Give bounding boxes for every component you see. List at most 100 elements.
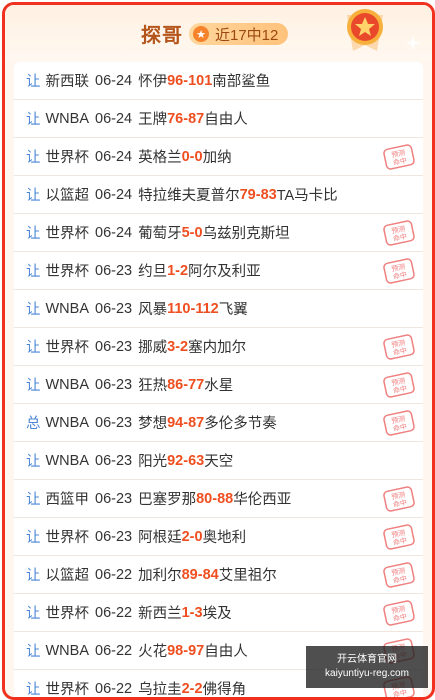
match-row[interactable]: 让世界杯 06-23 阿根廷 2 - 0 奥地利 预测 命中 — [14, 518, 423, 556]
bet-type-label: 让 — [26, 150, 41, 166]
home-team: 加利尔 — [138, 568, 182, 584]
match-row[interactable]: 让新西联 06-24 怀伊 96 - 101 南部鲨鱼 — [14, 62, 423, 100]
home-score: 1 — [167, 262, 176, 279]
expert-name: 探哥 — [141, 25, 183, 47]
match-date: 06-22 — [95, 566, 133, 583]
away-team: 佛得角 — [202, 682, 247, 698]
watermark-url: kaiyuntiyu-reg.com — [325, 668, 409, 679]
home-team: 葡萄牙 — [138, 226, 182, 242]
away-score: 2 — [180, 338, 189, 355]
away-score: 84 — [202, 566, 219, 583]
away-team: 华伦西亚 — [233, 492, 292, 508]
away-score: 88 — [217, 490, 234, 507]
bet-type-label: 让 — [26, 340, 41, 356]
away-score: 2 — [194, 680, 203, 697]
sparkle-icon — [405, 35, 421, 51]
match-row[interactable]: 让世界杯 06-24 英格兰 0 - 0 加纳 预测 命中 — [14, 138, 423, 176]
home-score: 92 — [167, 452, 184, 469]
away-score: 112 — [195, 300, 219, 317]
away-score: 0 — [194, 528, 203, 545]
match-row[interactable]: 让世界杯 06-23 约旦 1 - 2 阿尔及利亚 预测 命中 — [14, 252, 423, 290]
bet-type-label: 让 — [26, 454, 41, 470]
away-team: 水星 — [204, 378, 234, 394]
match-date: 06-24 — [95, 224, 133, 241]
away-team: 塞内加尔 — [188, 340, 247, 356]
home-score: 5 — [181, 224, 190, 241]
match-date: 06-24 — [95, 110, 133, 127]
match-date: 06-24 — [95, 186, 133, 203]
hit-stamp-icon: 预测命中 — [383, 372, 415, 398]
league-name: 世界杯 — [45, 264, 90, 280]
home-score: 80 — [196, 490, 213, 507]
match-date: 06-23 — [95, 338, 133, 355]
hit-stamp-icon: 预测命中 — [383, 220, 415, 246]
match-date: 06-23 — [95, 300, 133, 317]
match-date: 06-22 — [95, 642, 133, 659]
bet-type-label: 让 — [26, 530, 41, 546]
away-team: 奥地利 — [202, 530, 247, 546]
away-score: 0 — [194, 148, 203, 165]
away-score: 87 — [188, 414, 205, 431]
match-row[interactable]: 让世界杯 06-22 新西兰 1 - 3 埃及 预测 命中 — [14, 594, 423, 632]
league-name: 世界杯 — [45, 150, 90, 166]
away-team: 飞翼 — [218, 302, 248, 318]
league-name: 以篮超 — [45, 188, 90, 204]
away-team: 乌兹别克斯坦 — [202, 226, 290, 242]
match-row[interactable]: 让以篮超 06-22 加利尔 89 - 84 艾里祖尔 预测 命中 — [14, 556, 423, 594]
bet-type-label: 让 — [26, 378, 41, 394]
away-team: 艾里祖尔 — [218, 568, 277, 584]
league-name: 西篮甲 — [45, 492, 90, 508]
bet-type-label: 让 — [26, 74, 41, 90]
away-team: 阿尔及利亚 — [188, 264, 261, 280]
away-score: 83 — [260, 186, 277, 203]
watermark-title: 开云体育官网 — [337, 654, 397, 665]
match-row[interactable]: 让 WNBA 06-23 风暴 110 - 112 飞翼 — [14, 290, 423, 328]
bet-type-label: 让 — [26, 682, 41, 698]
home-team: 特拉维夫夏普尔 — [138, 188, 240, 204]
match-date: 06-23 — [95, 262, 133, 279]
match-row[interactable]: 让世界杯 06-24 葡萄牙 5 - 0 乌兹别克斯坦 预测 命中 — [14, 214, 423, 252]
match-row[interactable]: 让以篮超 06-24 特拉维夫夏普尔 79 - 83 TA马卡比 — [14, 176, 423, 214]
home-score: 79 — [239, 186, 256, 203]
league-name: WNBA — [45, 452, 90, 469]
match-row[interactable]: 让 WNBA 06-23 狂热 86 - 77 水星 预测 命中 — [14, 366, 423, 404]
hit-stamp-icon: 预测命中 — [383, 524, 415, 550]
league-name: 世界杯 — [45, 226, 90, 242]
expert-card: 探哥 ★ 近17中12 让新西联 06-24 怀伊 96 - 101 南部鲨鱼让 WNBA… — [2, 2, 435, 700]
home-team: 阿根廷 — [138, 530, 182, 546]
card-header: 探哥 ★ 近17中12 — [5, 5, 432, 61]
home-team: 乌拉圭 — [138, 682, 182, 698]
away-score: 0 — [194, 224, 203, 241]
record-badge: ★ 近17中12 — [189, 23, 289, 45]
bet-type-label: 让 — [26, 112, 41, 128]
away-score: 87 — [188, 110, 205, 127]
match-date: 06-23 — [95, 376, 133, 393]
match-row[interactable]: 让 WNBA 06-24 王牌 76 - 87 自由人 — [14, 100, 423, 138]
bet-type-label: 让 — [26, 568, 41, 584]
bet-type-label: 让 — [26, 302, 41, 318]
league-name: WNBA — [45, 376, 90, 393]
record-label: 近17中12 — [215, 26, 279, 44]
away-team: 自由人 — [204, 112, 248, 128]
match-row[interactable]: 让 WNBA 06-23 阳光 92 - 63 天空 — [14, 442, 423, 480]
away-score: 3 — [194, 604, 203, 621]
match-row[interactable]: 让西篮甲 06-23 巴塞罗那 80 - 88 华伦西亚 预测 命中 — [14, 480, 423, 518]
home-team: 阳光 — [138, 454, 168, 470]
match-list: 让新西联 06-24 怀伊 96 - 101 南部鲨鱼让 WNBA 06-24 王牌 76 - … — [14, 62, 423, 698]
league-name: WNBA — [45, 110, 90, 127]
match-row[interactable]: 总 WNBA 06-23 梦想 94 - 87 多伦多节奏 预测 命中 — [14, 404, 423, 442]
match-row[interactable]: 让世界杯 06-23 挪威 3 - 2 塞内加尔 预测 命中 — [14, 328, 423, 366]
home-score: 2 — [181, 680, 190, 697]
hit-stamp-icon: 预测命中 — [383, 600, 415, 626]
home-team: 约旦 — [138, 264, 168, 280]
bet-type-label: 让 — [26, 644, 41, 660]
hit-stamp-icon: 预测命中 — [383, 258, 415, 284]
league-name: WNBA — [45, 300, 90, 317]
league-name: 以篮超 — [45, 568, 90, 584]
league-name: 世界杯 — [45, 530, 90, 546]
home-team: 风暴 — [138, 302, 168, 318]
star-icon: ★ — [193, 26, 209, 42]
away-score: 2 — [180, 262, 189, 279]
home-score: 96 — [167, 72, 184, 89]
league-name: 世界杯 — [45, 682, 90, 698]
